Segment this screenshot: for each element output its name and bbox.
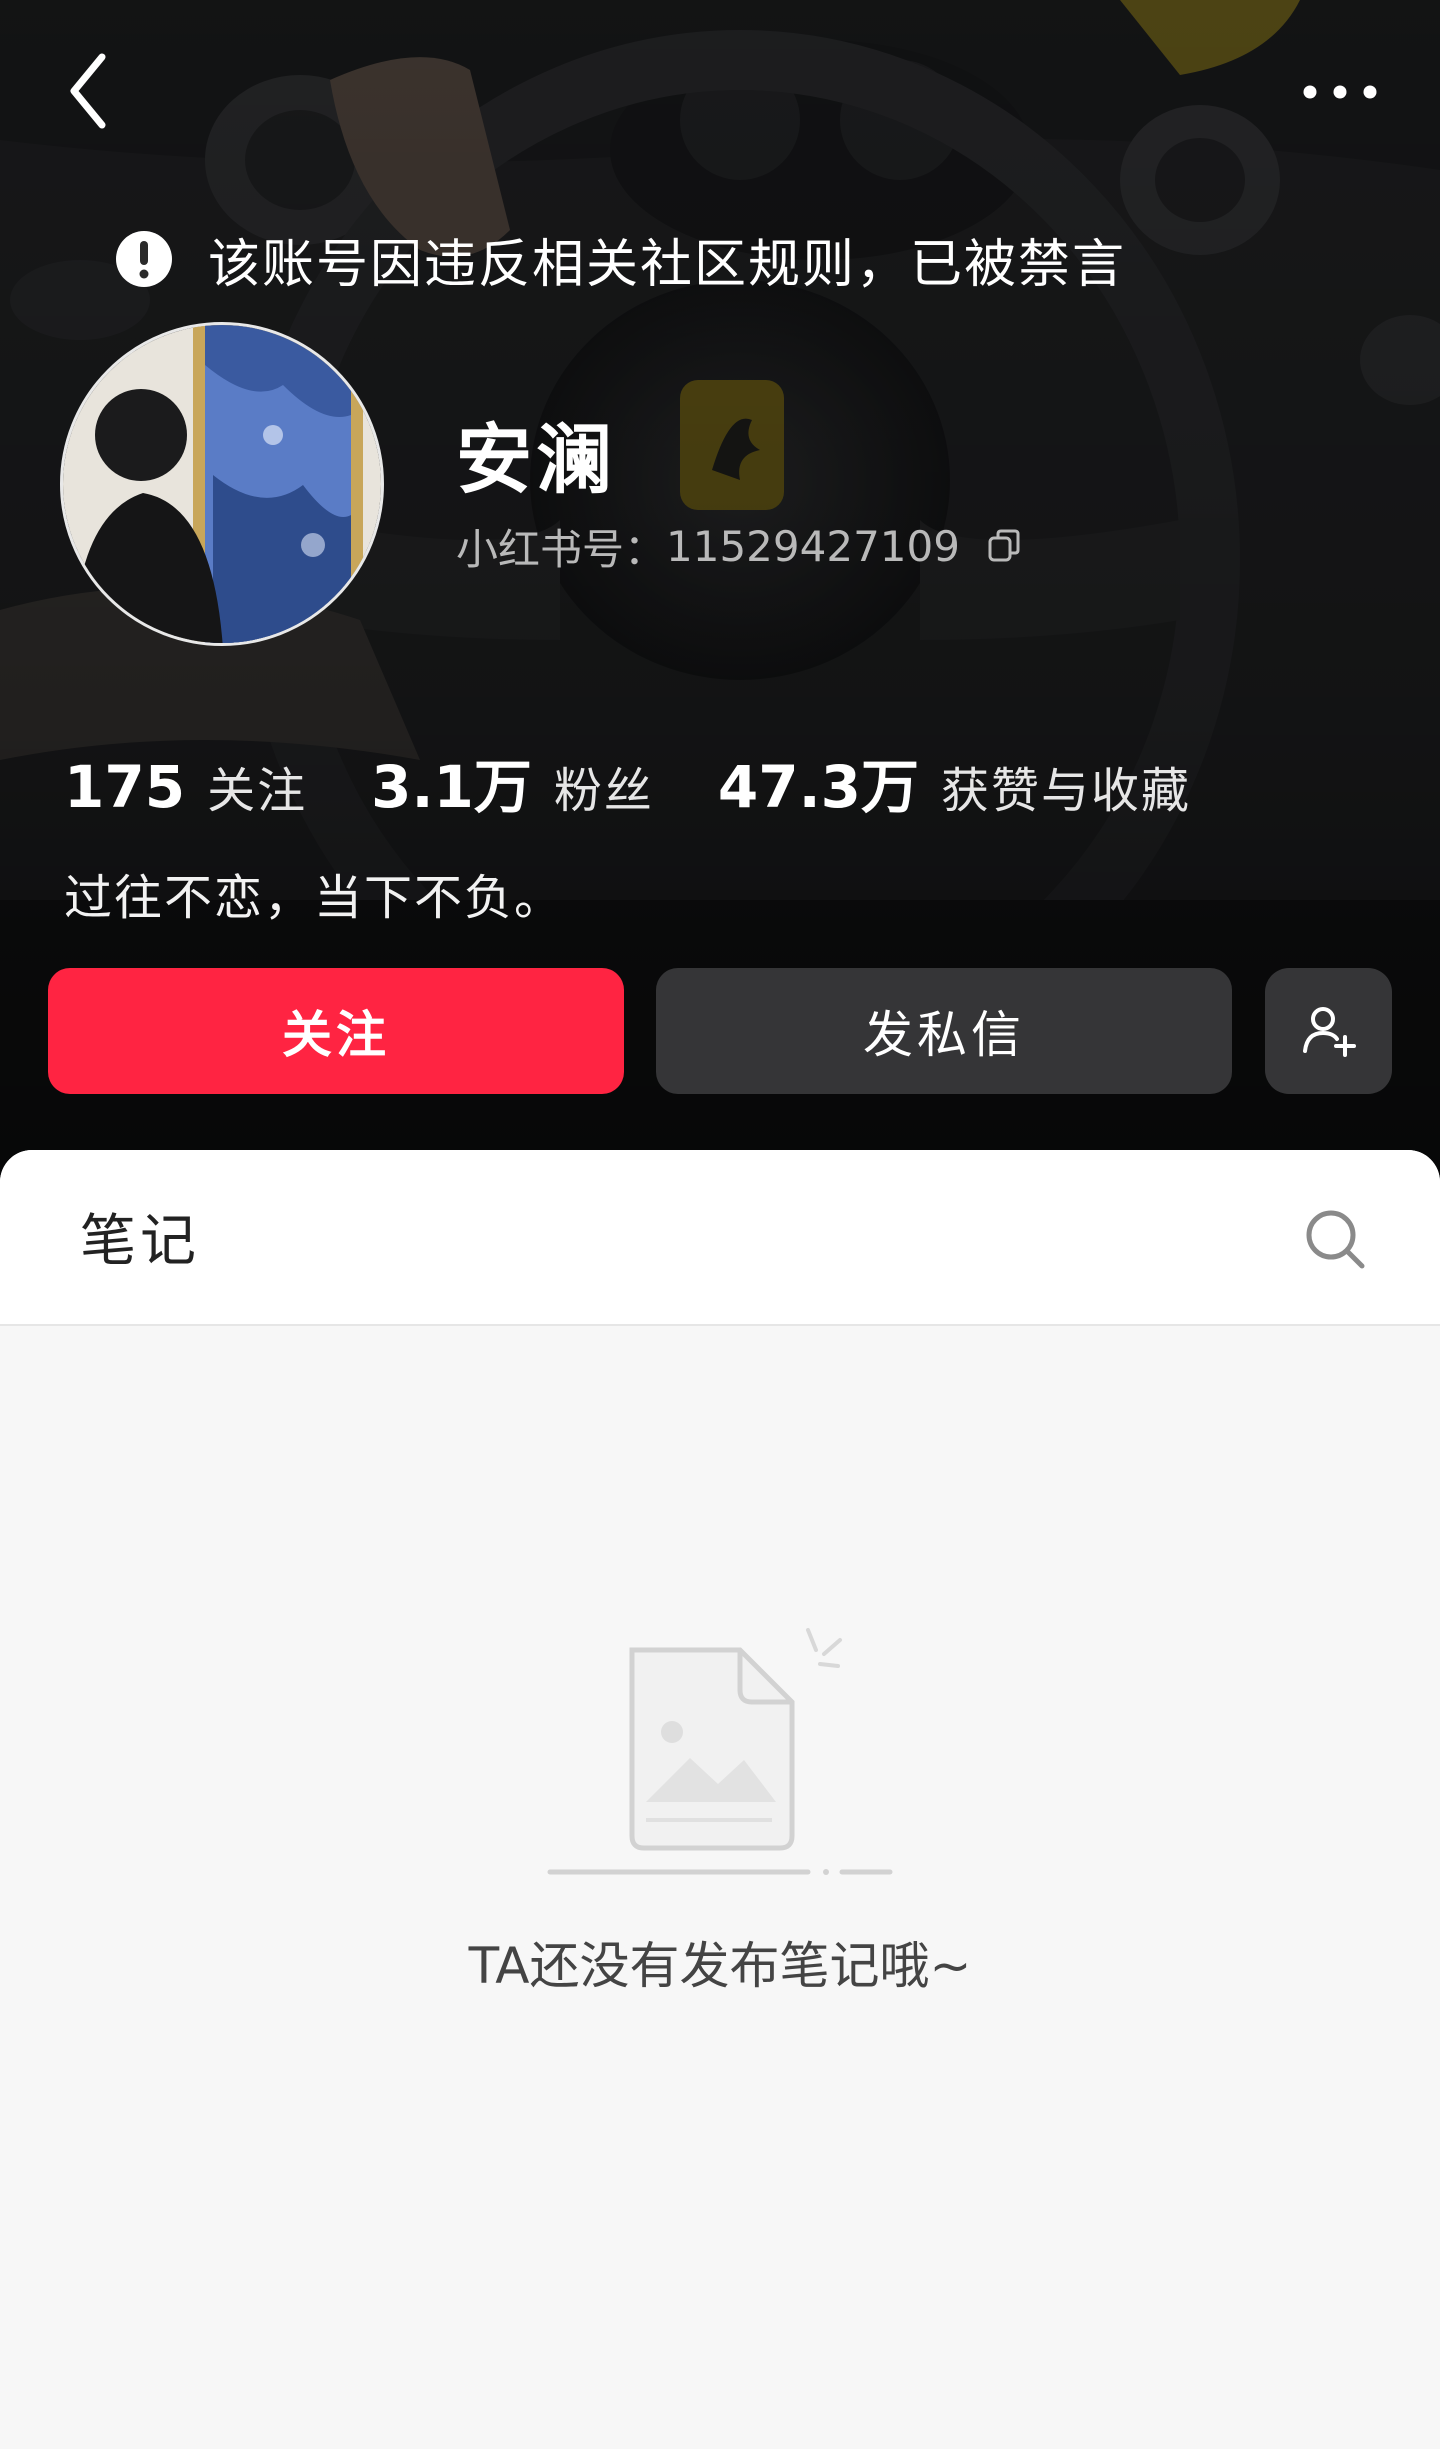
back-button[interactable]	[58, 46, 118, 136]
following-label: 关注	[207, 763, 308, 819]
search-icon	[1306, 1210, 1365, 1269]
stat-followers[interactable]: 3.1万 粉丝	[371, 740, 654, 824]
likes-count: 47.3万	[717, 753, 919, 821]
more-button[interactable]	[1290, 62, 1390, 122]
notes-panel: 笔记 TA还没有发布笔记哦~	[0, 1150, 1440, 2449]
tab-notes[interactable]: 笔记	[80, 1196, 200, 1277]
avatar-image	[63, 325, 381, 643]
add-friend-button[interactable]	[1265, 968, 1392, 1094]
empty-state-message: TA还没有发布笔记哦~	[468, 1937, 972, 1995]
profile-stats: 175 关注 3.1万 粉丝 47.3万 获赞与收藏	[64, 740, 1191, 821]
user-id-label: 小红书号：	[456, 524, 667, 574]
search-button[interactable]	[1298, 1202, 1372, 1276]
followers-count: 3.1万	[371, 753, 532, 821]
empty-document-icon	[547, 1628, 893, 1875]
profile-header: 该账号因违反相关社区规则，已被禁言 安澜 小红书号： 11529427109 1…	[0, 0, 1440, 1180]
ban-notice-text: 该账号因违反相关社区规则，已被禁言	[208, 234, 1127, 295]
followers-label: 粉丝	[553, 763, 654, 819]
user-id-row: 小红书号： 11529427109	[456, 516, 1024, 576]
message-button[interactable]: 发私信	[656, 968, 1232, 1094]
profile-page: 该账号因违反相关社区规则，已被禁言 安澜 小红书号： 11529427109 1…	[0, 0, 1440, 2449]
likes-label: 获赞与收藏	[940, 763, 1191, 819]
chevron-left-icon	[70, 53, 106, 129]
bio: 过往不恋，当下不负。	[64, 870, 565, 926]
more-dots-icon	[1303, 85, 1377, 99]
tab-bar: 笔记	[0, 1150, 1440, 1326]
user-id-value: 11529427109	[666, 521, 960, 571]
copy-icon[interactable]	[984, 526, 1024, 566]
ban-notice: 该账号因违反相关社区规则，已被禁言	[114, 222, 1126, 296]
avatar[interactable]	[60, 322, 384, 646]
stat-likes[interactable]: 47.3万 获赞与收藏	[718, 740, 1191, 824]
add-user-icon	[1302, 1007, 1356, 1057]
username: 安澜	[456, 415, 616, 504]
following-count: 175	[64, 753, 186, 821]
follow-button[interactable]: 关注	[48, 968, 624, 1094]
stat-following[interactable]: 175 关注	[64, 751, 307, 821]
exclamation-circle-icon	[116, 231, 172, 287]
